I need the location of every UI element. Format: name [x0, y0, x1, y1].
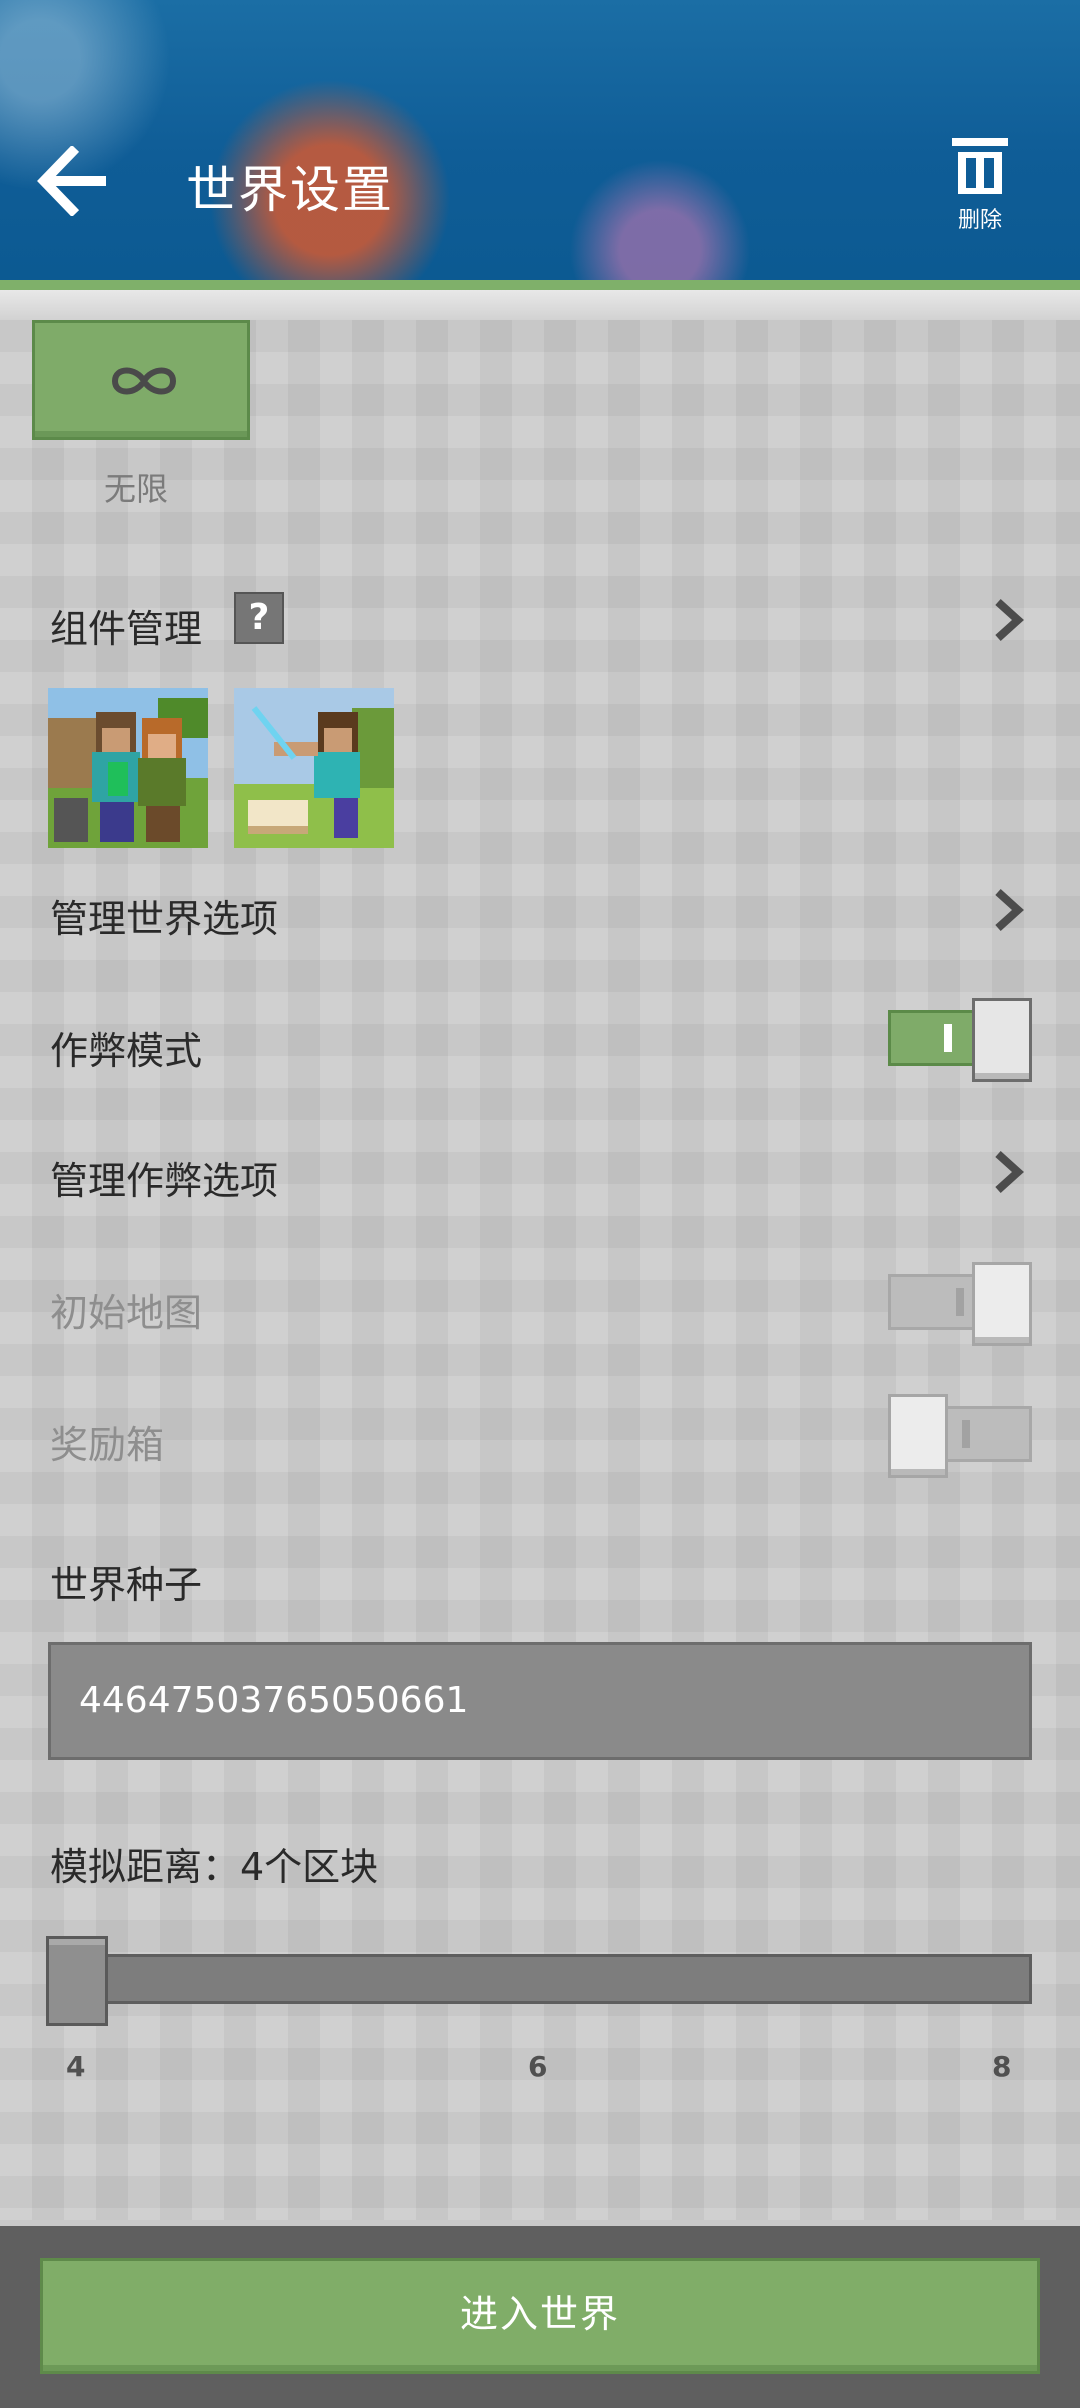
starting-map-label: 初始地图	[50, 1291, 203, 1335]
header-divider	[0, 280, 1080, 290]
bonus-chest-toggle[interactable]	[888, 1394, 1032, 1478]
game-mode-infinite-button[interactable]	[32, 320, 250, 440]
world-seed-input[interactable]: 44647503765050661	[48, 1642, 1032, 1760]
help-icon[interactable]: ?	[234, 592, 284, 644]
toggle-knob	[972, 998, 1032, 1082]
skin-pack-thumbnail[interactable]	[48, 688, 208, 848]
arrow-left-icon	[37, 144, 106, 218]
trash-icon	[952, 138, 1008, 194]
page-title: 世界设置	[186, 161, 394, 219]
delete-label: 删除	[957, 208, 1002, 233]
toggle-mark	[956, 1288, 964, 1316]
back-button[interactable]	[36, 144, 112, 218]
bonus-chest-label: 奖励箱	[50, 1423, 165, 1467]
chevron-right-icon[interactable]	[990, 886, 1026, 934]
chevron-right-icon[interactable]	[990, 596, 1026, 644]
game-mode-label: 无限	[104, 470, 169, 508]
slider-handle[interactable]	[46, 1936, 108, 2026]
bottom-bar: 进入世界	[0, 2226, 1080, 2408]
slider-tick-min: 4	[66, 2050, 86, 2083]
enter-world-button[interactable]: 进入世界	[40, 2258, 1040, 2374]
slider-tick-mid: 6	[528, 2050, 548, 2083]
toggle-on-mark	[944, 1024, 952, 1052]
chevron-right-icon[interactable]	[990, 1148, 1026, 1196]
slider-tick-max: 8	[992, 2050, 1012, 2083]
manage-cheats-label[interactable]: 管理作弊选项	[50, 1150, 278, 1205]
toggle-knob	[972, 1262, 1032, 1346]
delete-button[interactable]: 删除	[940, 132, 1020, 242]
infinity-icon	[111, 367, 177, 395]
adventure-pack-thumbnail[interactable]	[234, 688, 394, 848]
cheats-label: 作弊模式	[50, 1029, 203, 1073]
starting-map-toggle[interactable]	[888, 1262, 1032, 1346]
toggle-mark	[962, 1420, 970, 1448]
settings-panel: 无限 组件管理 ? 管理世界选项 作弊模式 管理作弊选项 初始地图 奖励箱 世界…	[0, 320, 1080, 2220]
top-bar	[0, 0, 1080, 280]
simulation-distance-label: 模拟距离：4个区块	[50, 1845, 379, 1889]
world-seed-label: 世界种子	[50, 1563, 203, 1607]
simulation-distance-slider[interactable]	[48, 1954, 1032, 2004]
manage-world-options-label[interactable]: 管理世界选项	[50, 888, 278, 943]
toggle-knob	[888, 1394, 948, 1478]
header-shadow	[0, 290, 1080, 320]
addons-label: 组件管理	[50, 607, 203, 651]
cheats-toggle[interactable]	[888, 998, 1032, 1082]
